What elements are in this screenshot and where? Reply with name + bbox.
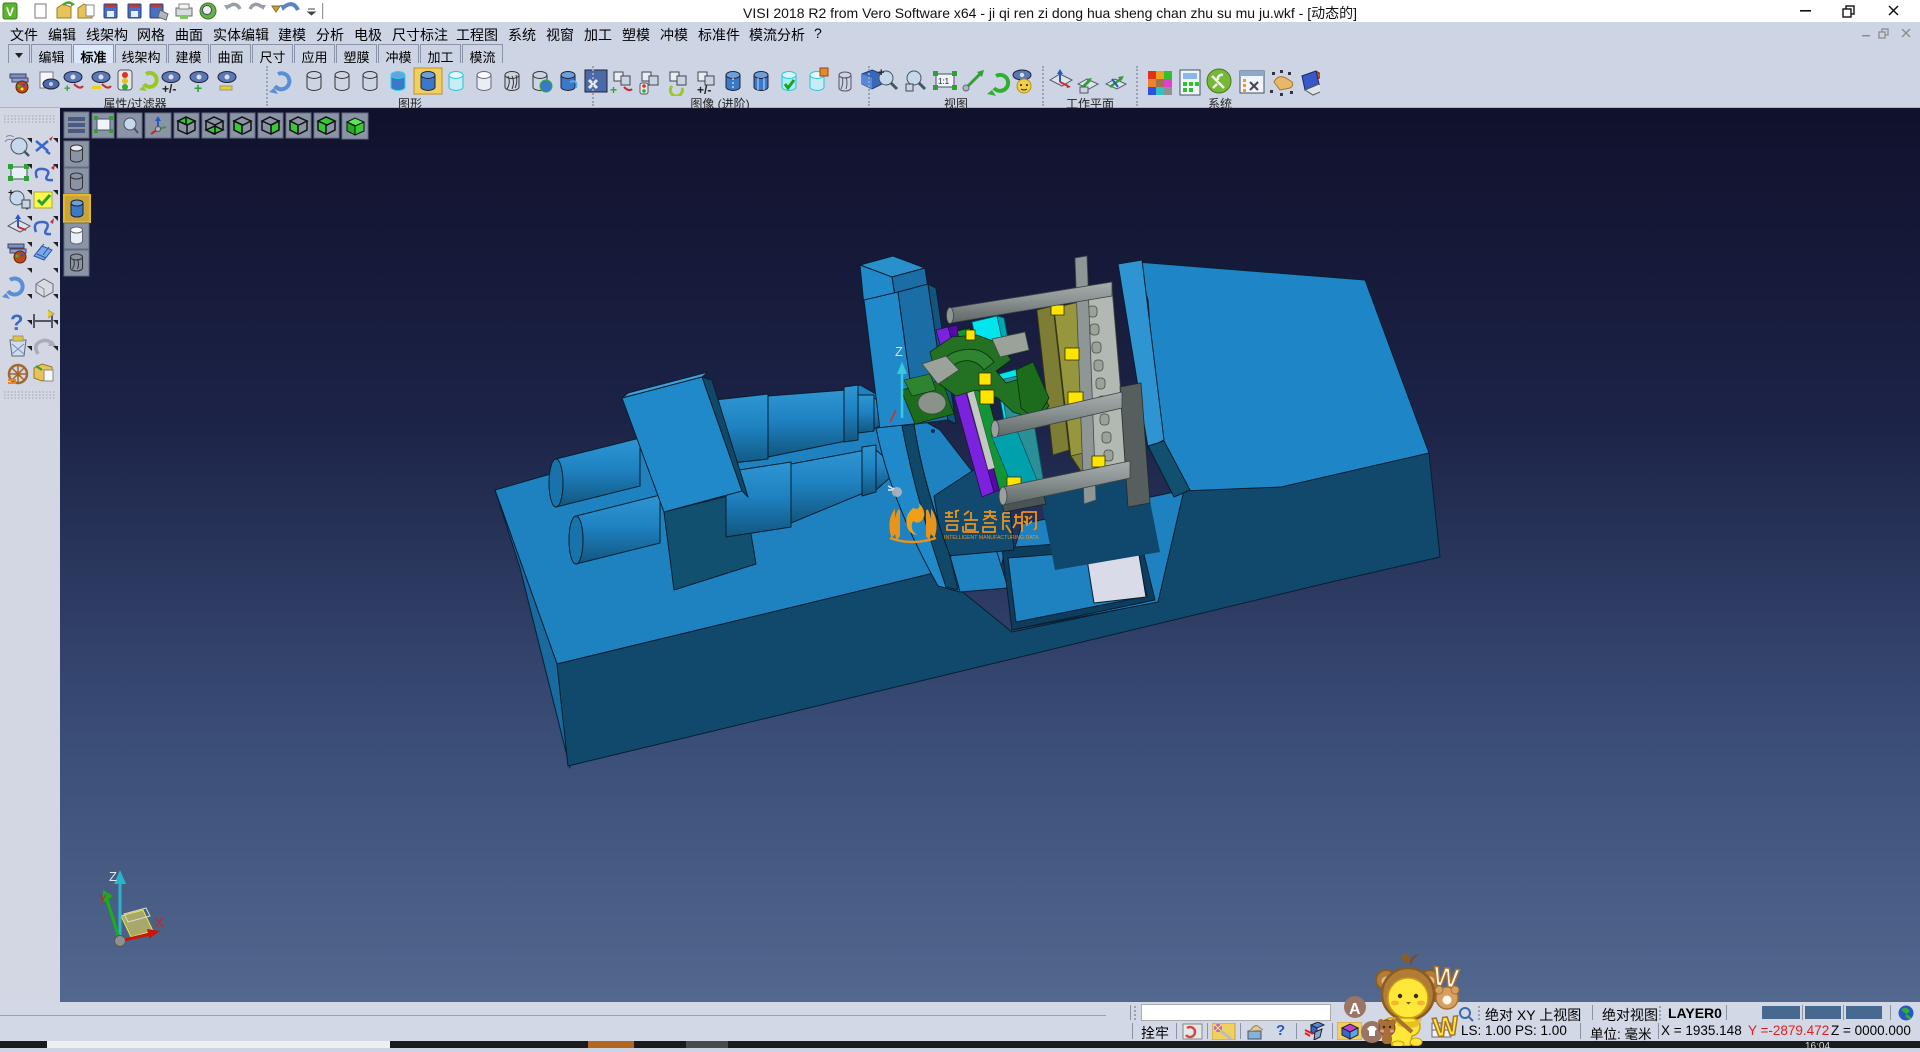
svg-text:+: + — [64, 83, 70, 95]
svg-text:1:1: 1:1 — [938, 77, 950, 86]
svg-text:INTELLIGENT MANUFACTURING DATA: INTELLIGENT MANUFACTURING DATA — [944, 535, 1039, 541]
svg-text:Z: Z — [109, 869, 117, 884]
svg-text:+: + — [878, 67, 884, 79]
svg-text:X: X — [155, 915, 164, 930]
svg-text:+/-: +/- — [162, 82, 176, 96]
svg-text:+: + — [610, 83, 617, 96]
svg-text:Y: Y — [99, 892, 107, 906]
svg-text:Z: Z — [895, 344, 903, 359]
svg-text:W: W — [1432, 1010, 1461, 1043]
svg-text:+: + — [194, 80, 202, 96]
svg-text:A: A — [1349, 1001, 1361, 1018]
svg-text:?: ? — [10, 310, 23, 335]
svg-text:V: V — [6, 5, 14, 19]
svg-text:+: + — [8, 188, 14, 199]
